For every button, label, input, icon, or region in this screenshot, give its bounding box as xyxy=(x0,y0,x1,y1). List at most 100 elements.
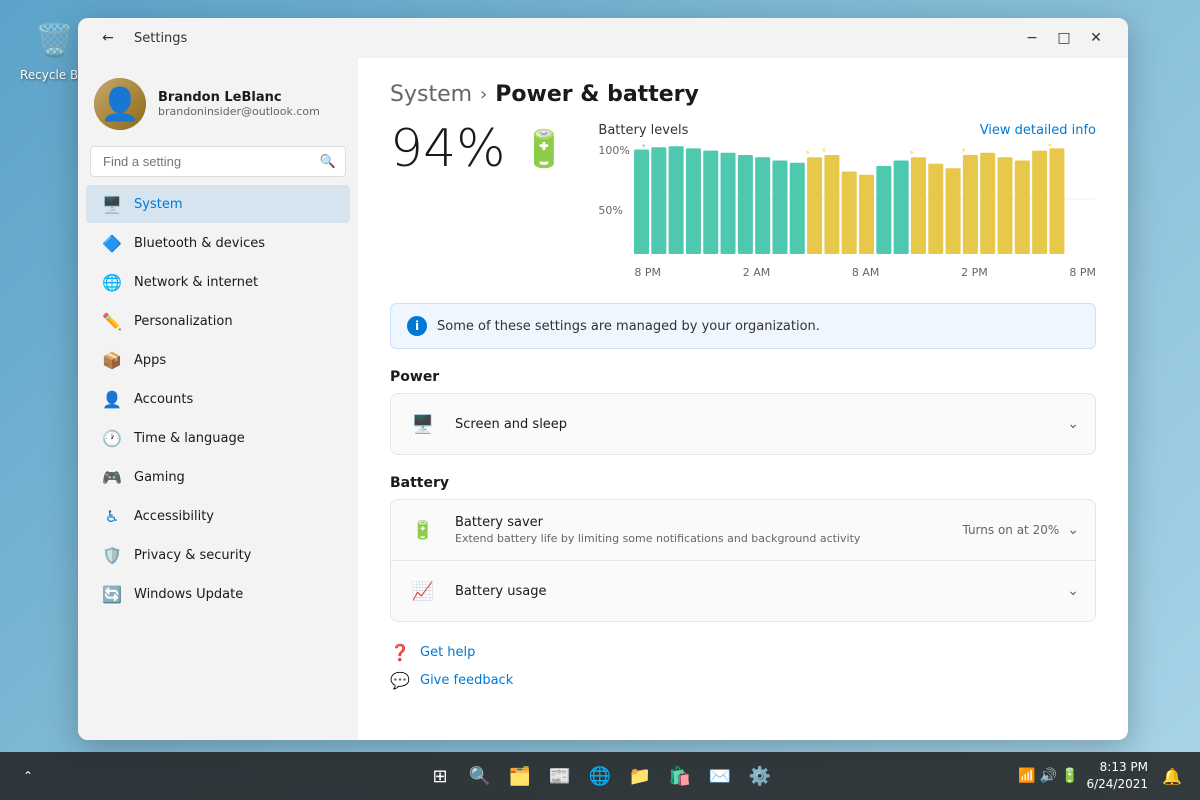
window-title: Settings xyxy=(134,31,187,46)
time-icon: 🕐 xyxy=(102,428,122,448)
minimize-button[interactable]: − xyxy=(1016,22,1048,54)
battery-section: Battery 🔋 Battery saver Extend battery l… xyxy=(390,475,1096,622)
battery-saver-subtitle: Extend battery life by limiting some not… xyxy=(455,532,946,545)
user-profile[interactable]: Brandon LeBlanc brandoninsider@outlook.c… xyxy=(78,66,358,146)
show-hidden-icons-button[interactable]: ⌃ xyxy=(12,760,44,792)
battery-saver-item[interactable]: 🔋 Battery saver Extend battery life by l… xyxy=(391,500,1095,561)
update-icon: 🔄 xyxy=(102,584,122,604)
search-button[interactable]: 🔍 xyxy=(464,760,496,792)
widgets-icon: 📰 xyxy=(549,766,571,787)
wifi-icon: 📶 xyxy=(1018,768,1035,784)
screen-sleep-icon: 🖥️ xyxy=(407,408,439,440)
info-icon: i xyxy=(407,316,427,336)
sidebar-item-apps[interactable]: 📦 Apps xyxy=(86,341,350,379)
search-icon: 🔍 xyxy=(320,154,336,169)
close-button[interactable]: ✕ xyxy=(1080,22,1112,54)
explorer-icon: 📁 xyxy=(629,766,651,787)
chart-title: Battery levels xyxy=(598,123,688,138)
screen-sleep-right: ⌄ xyxy=(1067,416,1079,432)
breadcrumb: System › Power & battery xyxy=(390,82,1096,107)
settings-button[interactable]: ⚙️ xyxy=(744,760,776,792)
search-input[interactable] xyxy=(90,146,346,177)
start-button[interactable]: ⊞ xyxy=(424,760,456,792)
sidebar-item-system[interactable]: 🖥️ System xyxy=(86,185,350,223)
breadcrumb-current: Power & battery xyxy=(495,82,699,107)
svg-text:⚡: ⚡ xyxy=(805,148,811,157)
svg-text:⚡: ⚡ xyxy=(1048,144,1054,149)
taskbar: ⌃ ⊞ 🔍 🗂️ 📰 🌐 📁 🛍️ xyxy=(0,752,1200,800)
battery-chart-container: Battery levels View detailed info 100% 5… xyxy=(598,123,1096,279)
give-feedback-label: Give feedback xyxy=(420,673,513,688)
edge-button[interactable]: 🌐 xyxy=(584,760,616,792)
sidebar-item-accounts[interactable]: 👤 Accounts xyxy=(86,380,350,418)
panel-header: System › Power & battery xyxy=(358,58,1128,123)
settings-window: ← Settings − □ ✕ Brandon LeBla xyxy=(78,18,1128,740)
mail-icon: ✉️ xyxy=(709,766,731,787)
window-controls: − □ ✕ xyxy=(1016,22,1112,54)
battery-usage-item[interactable]: 📈 Battery usage ⌄ xyxy=(391,561,1095,621)
battery-saver-title: Battery saver xyxy=(455,515,946,530)
breadcrumb-separator: › xyxy=(480,84,487,105)
battery-usage-title: Battery usage xyxy=(455,584,1051,599)
info-banner-text: Some of these settings are managed by yo… xyxy=(437,319,820,334)
chart-x-label-4: 8 PM xyxy=(1069,266,1096,279)
title-bar-controls: ← Settings xyxy=(94,24,187,52)
screen-sleep-chevron: ⌄ xyxy=(1067,416,1079,432)
chart-header: Battery levels View detailed info xyxy=(598,123,1096,138)
give-feedback-link[interactable]: 💬 Give feedback xyxy=(390,670,1096,690)
sidebar-item-gaming[interactable]: 🎮 Gaming xyxy=(86,458,350,496)
recycle-bin-icon: 🗑️ xyxy=(31,16,79,64)
battery-top-section: 94% 🔋 Battery levels View detailed info xyxy=(390,123,1096,279)
volume-icon: 🔊 xyxy=(1040,768,1057,784)
sidebar-item-bluetooth[interactable]: 🔷 Bluetooth & devices xyxy=(86,224,350,262)
sidebar-item-label-update: Windows Update xyxy=(134,587,243,602)
system-icon: 🖥️ xyxy=(102,194,122,214)
sidebar-item-personalization[interactable]: ✏️ Personalization xyxy=(86,302,350,340)
view-detailed-info-link[interactable]: View detailed info xyxy=(980,123,1096,138)
mail-button[interactable]: ✉️ xyxy=(704,760,736,792)
personalization-icon: ✏️ xyxy=(102,311,122,331)
taskbar-date: 6/24/2021 xyxy=(1086,776,1148,793)
get-help-label: Get help xyxy=(420,645,475,660)
back-icon: ← xyxy=(102,30,114,46)
chart-y-label-100: 100% xyxy=(598,144,629,157)
sidebar-item-label-network: Network & internet xyxy=(134,275,258,290)
get-help-icon: ❓ xyxy=(390,642,410,662)
sidebar-item-privacy[interactable]: 🛡️ Privacy & security xyxy=(86,536,350,574)
edge-icon: 🌐 xyxy=(589,766,611,787)
widgets-button[interactable]: 📰 xyxy=(544,760,576,792)
task-view-button[interactable]: 🗂️ xyxy=(504,760,536,792)
task-view-icon: 🗂️ xyxy=(509,766,531,787)
desktop: 🗑️ Recycle Bin ← Settings − □ ✕ xyxy=(0,0,1200,800)
avatar xyxy=(94,78,146,130)
store-button[interactable]: 🛍️ xyxy=(664,760,696,792)
chart-x-label-2: 8 AM xyxy=(852,266,880,279)
maximize-button[interactable]: □ xyxy=(1048,22,1080,54)
screen-sleep-item[interactable]: 🖥️ Screen and sleep ⌄ xyxy=(391,394,1095,454)
sidebar-nav: 🖥️ System 🔷 Bluetooth & devices 🌐 Networ… xyxy=(78,185,358,613)
explorer-button[interactable]: 📁 xyxy=(624,760,656,792)
breadcrumb-system: System xyxy=(390,82,472,107)
taskbar-clock[interactable]: 8:13 PM 6/24/2021 xyxy=(1086,759,1148,793)
sidebar-item-accessibility[interactable]: ♿ Accessibility xyxy=(86,497,350,535)
network-icon: 🌐 xyxy=(102,272,122,292)
sidebar-item-time[interactable]: 🕐 Time & language xyxy=(86,419,350,457)
store-icon: 🛍️ xyxy=(669,766,691,787)
notification-button[interactable]: 🔔 xyxy=(1156,760,1188,792)
battery-usage-right: ⌄ xyxy=(1067,583,1079,599)
power-settings-group: 🖥️ Screen and sleep ⌄ xyxy=(390,393,1096,455)
svg-text:⚡: ⚡ xyxy=(641,144,647,150)
battery-taskbar-icon: 🔋 xyxy=(1061,768,1078,784)
notification-icon: 🔔 xyxy=(1162,767,1182,786)
system-tray-icons: 📶 🔊 🔋 xyxy=(1018,768,1078,784)
battery-percent: 94% xyxy=(390,123,506,175)
taskbar-center: ⊞ 🔍 🗂️ 📰 🌐 📁 🛍️ ✉️ xyxy=(424,760,776,792)
sidebar-item-label-gaming: Gaming xyxy=(134,470,185,485)
title-bar: ← Settings − □ ✕ xyxy=(78,18,1128,58)
battery-saver-value: Turns on at 20% xyxy=(962,523,1059,537)
sidebar-item-network[interactable]: 🌐 Network & internet xyxy=(86,263,350,301)
sidebar-item-update[interactable]: 🔄 Windows Update xyxy=(86,575,350,613)
get-help-link[interactable]: ❓ Get help xyxy=(390,642,1096,662)
battery-saver-right: Turns on at 20% ⌄ xyxy=(962,522,1079,538)
back-button[interactable]: ← xyxy=(94,24,122,52)
